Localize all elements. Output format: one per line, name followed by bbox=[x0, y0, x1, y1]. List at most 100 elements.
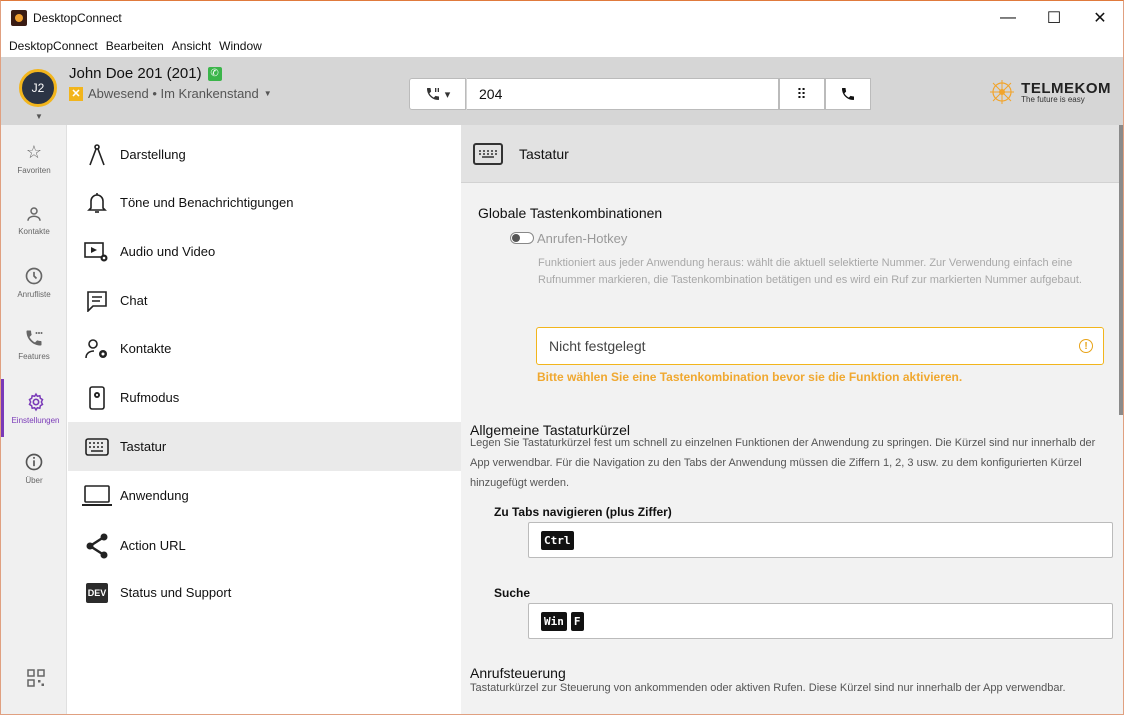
bell-icon bbox=[80, 192, 114, 214]
key-chip: Ctrl bbox=[541, 530, 574, 550]
call-button[interactable] bbox=[825, 78, 871, 110]
brand-name: TELMEKOM bbox=[1021, 79, 1111, 97]
hotkey-warning-text: Bitte wählen Sie eine Tastenkombination … bbox=[537, 370, 963, 384]
clock-icon bbox=[25, 267, 43, 284]
settings-item-label: Tastatur bbox=[120, 439, 167, 454]
dialpad-button[interactable]: ⠿ bbox=[779, 78, 825, 110]
tabs-shortcut-field[interactable]: Ctrl bbox=[528, 522, 1113, 558]
menu-window[interactable]: Window bbox=[215, 39, 266, 53]
person-icon bbox=[27, 206, 41, 221]
content-scrollbar[interactable] bbox=[1119, 125, 1123, 714]
presence-status[interactable]: ✕ Abwesend • Im Krankenstand ▼ bbox=[69, 86, 272, 101]
global-shortcuts-heading: Globale Tastenkombinationen bbox=[478, 205, 663, 221]
content-header: Tastatur bbox=[461, 125, 1123, 183]
phone-features-icon bbox=[26, 330, 43, 345]
phone-mode-icon bbox=[80, 385, 114, 410]
settings-item-label: Status und Support bbox=[120, 585, 232, 600]
telmekom-logo-icon bbox=[990, 80, 1015, 104]
audio-video-settings-icon bbox=[80, 241, 114, 263]
dev-icon: DEV bbox=[80, 582, 114, 603]
call-hotkey-label: Anrufen-Hotkey bbox=[537, 231, 628, 246]
tabs-shortcut-label: Zu Tabs navigieren (plus Ziffer) bbox=[494, 505, 672, 519]
settings-item-audio-video[interactable]: Audio und Video bbox=[68, 227, 461, 276]
warning-icon: ! bbox=[1079, 339, 1093, 353]
laptop-icon bbox=[80, 484, 114, 507]
settings-item-anwendung[interactable]: Anwendung bbox=[68, 471, 461, 520]
key-chip: Win bbox=[541, 611, 567, 631]
app-window: DesktopConnect — ☐ ✕ DesktopConnect Bear… bbox=[0, 0, 1124, 715]
key-chip: F bbox=[570, 611, 584, 631]
maximize-button[interactable]: ☐ bbox=[1031, 1, 1077, 35]
content-title: Tastatur bbox=[519, 145, 569, 162]
star-icon: ☆ bbox=[25, 141, 43, 162]
rail-item-ueber[interactable]: Über bbox=[1, 439, 67, 497]
settings-item-action-url[interactable]: Action URL bbox=[68, 521, 461, 570]
rail-label-anrufliste: Anrufliste bbox=[17, 289, 51, 299]
search-shortcut-field[interactable]: Win F bbox=[528, 603, 1113, 639]
settings-item-label: Action URL bbox=[120, 538, 186, 553]
menu-desktopconnect[interactable]: DesktopConnect bbox=[5, 39, 102, 53]
rail-label-einstellungen: Einstellungen bbox=[11, 415, 60, 425]
settings-item-label: Kontakte bbox=[120, 341, 172, 356]
presence-status-text: Abwesend • Im Krankenstand bbox=[88, 86, 259, 101]
avatar-caret-icon[interactable]: ▼ bbox=[35, 112, 43, 121]
gear-icon bbox=[28, 392, 43, 411]
rail-label-kontakte: Kontakte bbox=[18, 226, 50, 236]
avatar[interactable]: J2 bbox=[19, 69, 57, 107]
keyboard-icon bbox=[80, 437, 114, 456]
dial-mode-dropdown[interactable]: ▾ bbox=[409, 78, 466, 110]
brand-tagline: The future is easy bbox=[1021, 94, 1085, 104]
settings-item-toene[interactable]: Töne und Benachrichtigungen bbox=[68, 178, 461, 227]
phone-icon bbox=[842, 88, 854, 100]
window-controls: — ☐ ✕ bbox=[985, 1, 1123, 35]
settings-content-panel: Tastatur Globale Tastenkombinationen Anr… bbox=[461, 125, 1123, 714]
user-info: John Doe 201 (201) ✆ ✕ Abwesend • Im Kra… bbox=[69, 65, 272, 101]
minimize-button[interactable]: — bbox=[985, 1, 1031, 35]
rail-item-kontakte[interactable]: Kontakte bbox=[1, 191, 67, 249]
rail-item-anrufliste[interactable]: Anrufliste bbox=[1, 253, 67, 311]
share-icon bbox=[80, 533, 114, 559]
settings-item-darstellung[interactable]: Darstellung bbox=[68, 130, 461, 179]
rail-item-einstellungen[interactable]: Einstellungen bbox=[1, 379, 67, 437]
chat-icon bbox=[80, 290, 114, 312]
rail-label-features: Features bbox=[18, 351, 50, 361]
header-bar: J2 ▼ John Doe 201 (201) ✆ ✕ Abwesend • I… bbox=[1, 57, 1123, 125]
settings-item-label: Töne und Benachrichtigungen bbox=[120, 195, 294, 210]
settings-item-chat[interactable]: Chat bbox=[68, 276, 461, 325]
rail-item-favoriten[interactable]: ☆ Favoriten bbox=[1, 129, 67, 187]
settings-nav: Darstellung Töne und Benachrichtigungen … bbox=[68, 125, 461, 714]
menu-ansicht[interactable]: Ansicht bbox=[168, 39, 215, 53]
settings-item-status-support[interactable]: DEV Status und Support bbox=[68, 568, 461, 617]
settings-item-label: Darstellung bbox=[120, 147, 186, 162]
call-hotkey-field[interactable]: Nicht festgelegt ! bbox=[536, 327, 1104, 365]
scrollbar-thumb[interactable] bbox=[1119, 125, 1123, 415]
settings-item-kontakte[interactable]: Kontakte bbox=[68, 324, 461, 373]
rail-label-favoriten: Favoriten bbox=[17, 165, 51, 175]
status-dropdown-icon: ▼ bbox=[263, 89, 272, 98]
call-control-description: Tastaturkürzel zur Steuerung von ankomme… bbox=[470, 682, 1066, 694]
chevron-down-icon: ▾ bbox=[444, 88, 451, 101]
settings-item-tastatur[interactable]: Tastatur bbox=[68, 422, 461, 471]
phone-forward-icon bbox=[426, 88, 439, 100]
call-hotkey-toggle[interactable] bbox=[510, 232, 534, 244]
dev-badge: DEV bbox=[86, 582, 108, 603]
dial-number-input[interactable]: 204 bbox=[467, 78, 779, 110]
rail-label-ueber: Über bbox=[25, 475, 43, 485]
rail-item-features[interactable]: Features bbox=[1, 315, 67, 373]
info-icon bbox=[25, 453, 43, 470]
menu-bearbeiten[interactable]: Bearbeiten bbox=[102, 39, 168, 53]
search-shortcut-label: Suche bbox=[494, 586, 531, 600]
keyboard-icon bbox=[473, 142, 503, 165]
side-rail: ☆ Favoriten Kontakte Anrufliste Features… bbox=[1, 125, 67, 714]
away-status-icon: ✕ bbox=[69, 86, 83, 101]
settings-item-label: Anwendung bbox=[120, 488, 189, 503]
general-shortcuts-description: Legen Sie Tastaturkürzel fest um schnell… bbox=[470, 437, 1096, 489]
settings-item-label: Chat bbox=[120, 293, 148, 308]
settings-item-label: Rufmodus bbox=[120, 390, 180, 405]
phone-status-icon: ✆ bbox=[207, 66, 222, 81]
close-button[interactable]: ✕ bbox=[1077, 1, 1123, 35]
telmekom-logo: TELMEKOM The future is easy bbox=[987, 77, 1111, 107]
settings-item-rufmodus[interactable]: Rufmodus bbox=[68, 373, 461, 422]
menu-bar: DesktopConnect Bearbeiten Ansicht Window bbox=[1, 35, 1123, 57]
qr-code-icon[interactable] bbox=[27, 669, 45, 687]
